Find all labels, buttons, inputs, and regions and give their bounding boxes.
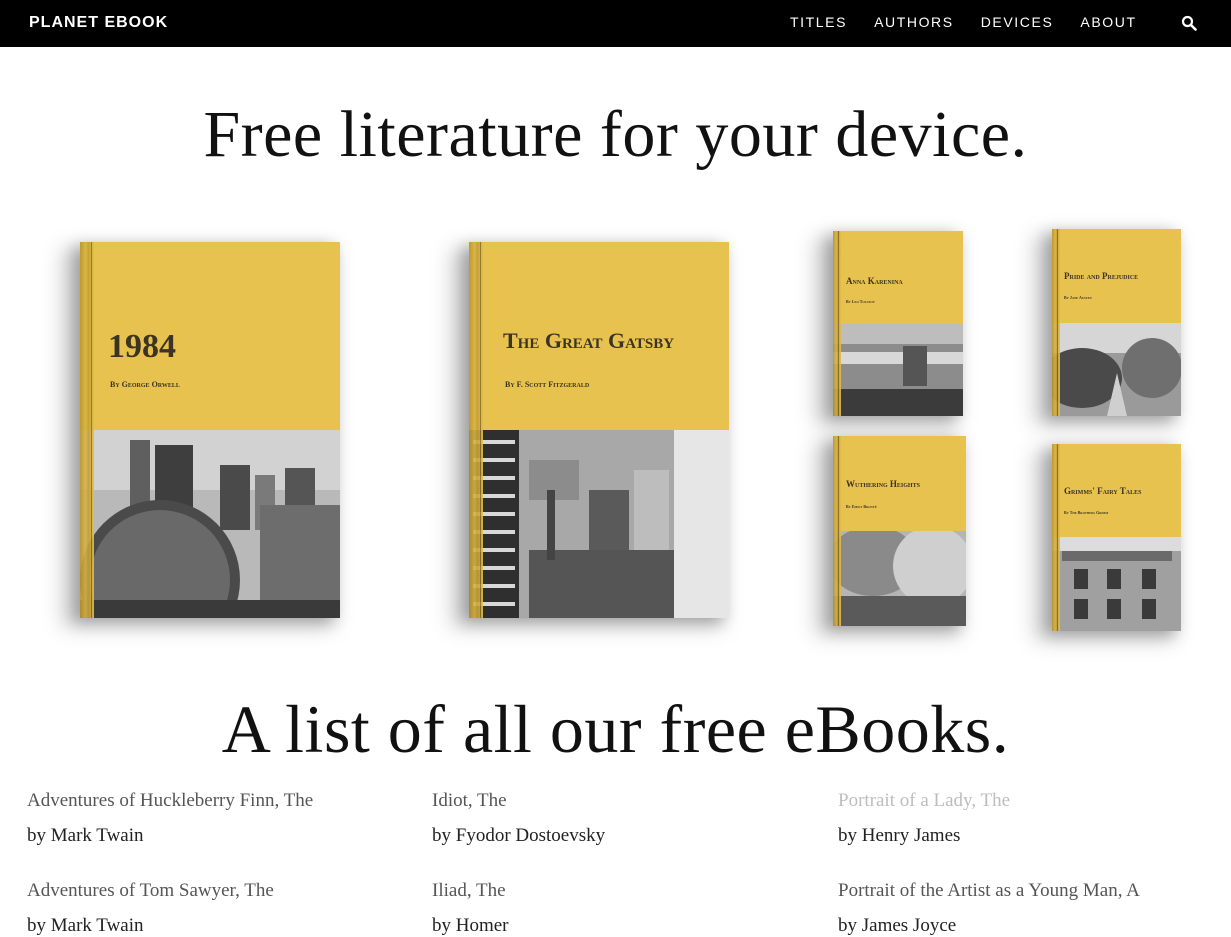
book-author: By Jane Austen: [1064, 295, 1092, 300]
hero-heading: Free literature for your device.: [203, 98, 1028, 171]
cover-photo-cityscape: [80, 430, 340, 618]
nav-titles[interactable]: TITLES: [790, 14, 847, 30]
nav-authors[interactable]: AUTHORS: [874, 14, 954, 30]
list-item: Adventures of Huckleberry Finn, The by M…: [27, 790, 313, 847]
book-title: Pride and Prejudice: [1064, 271, 1139, 281]
book-author: By Leo Tolstoy: [846, 299, 875, 304]
ebook-author: by Mark Twain: [27, 915, 144, 936]
book-title: Anna Karenina: [846, 276, 903, 286]
list-item: Portrait of a Lady, The by Henry James: [838, 790, 1010, 847]
book-cover-pride-and-prejudice[interactable]: Pride and Prejudice By Jane Austen: [1034, 229, 1181, 426]
ebook-author: by Homer: [432, 915, 509, 936]
ebook-author: by Henry James: [838, 825, 961, 846]
ebook-title-link[interactable]: Portrait of a Lady, The: [838, 790, 1010, 812]
cover-photo-train: [833, 324, 963, 416]
list-item: Idiot, The by Fyodor Dostoevsky: [432, 790, 605, 847]
book-title: 1984: [108, 328, 176, 365]
ebook-author: by Mark Twain: [27, 825, 144, 846]
nav-devices[interactable]: DEVICES: [981, 14, 1054, 30]
book-cover-grimms-fairy-tales[interactable]: Grimms' Fairy Tales By The Brothers Grim…: [1034, 444, 1181, 641]
ebook-title-link[interactable]: Iliad, The: [432, 880, 509, 902]
book-author: By Emily Brontë: [846, 504, 877, 509]
nav-about[interactable]: ABOUT: [1080, 14, 1136, 30]
book-title: Grimms' Fairy Tales: [1064, 486, 1142, 496]
top-navbar: PLANET EBOOK TITLES AUTHORS DEVICES ABOU…: [0, 0, 1231, 47]
main-menu: TITLES AUTHORS DEVICES ABOUT: [790, 14, 1164, 30]
cover-photo-city-aerial: [469, 430, 729, 618]
ebook-title-link[interactable]: Adventures of Tom Sawyer, The: [27, 880, 274, 902]
cover-photo-building: [1052, 537, 1181, 631]
book-cover-wuthering-heights[interactable]: Wuthering Heights By Emily Brontë: [815, 436, 966, 636]
book-title: Wuthering Heights: [846, 479, 920, 489]
book-cover-anna-karenina[interactable]: Anna Karenina By Leo Tolstoy: [815, 231, 963, 426]
ebook-title-link[interactable]: Portrait of the Artist as a Young Man, A: [838, 880, 1140, 902]
book-author: By F. Scott Fitzgerald: [505, 380, 590, 389]
list-item: Iliad, The by Homer: [432, 880, 509, 937]
ebook-title-link[interactable]: Idiot, The: [432, 790, 605, 812]
ebook-author: by Fyodor Dostoevsky: [432, 825, 606, 846]
cover-photo-trees: [833, 531, 966, 626]
book-cover-1984[interactable]: 1984 By George Orwell: [62, 242, 340, 628]
ebook-title-link[interactable]: Adventures of Huckleberry Finn, The: [27, 790, 313, 812]
ebook-author: by James Joyce: [838, 915, 957, 936]
book-author: By The Brothers Grimm: [1064, 510, 1109, 515]
list-item: Portrait of the Artist as a Young Man, A…: [838, 880, 1140, 937]
brand-logo[interactable]: PLANET EBOOK: [29, 14, 168, 32]
book-cover-great-gatsby[interactable]: The Great Gatsby By F. Scott Fitzgerald: [451, 242, 729, 628]
ebook-list-heading: A list of all our free eBooks.: [221, 691, 1010, 767]
book-title: The Great Gatsby: [503, 328, 675, 353]
cover-photo-garden: [1052, 323, 1181, 416]
list-item: Adventures of Tom Sawyer, The by Mark Tw…: [27, 880, 274, 937]
search-icon[interactable]: [1181, 15, 1197, 31]
book-author: By George Orwell: [110, 380, 180, 389]
